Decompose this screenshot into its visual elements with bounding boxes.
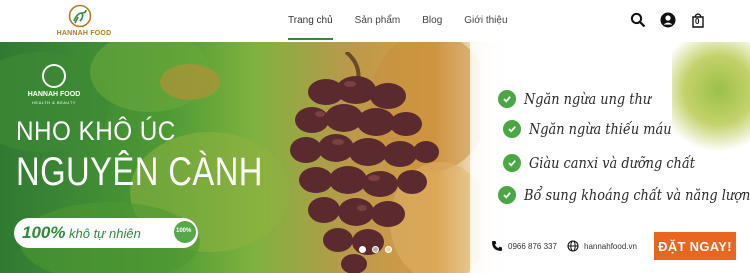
natural-text: khô tự nhiên [69, 226, 141, 241]
kangaroo-badge-icon [42, 64, 66, 88]
website-url: hannahfood.vn [584, 241, 637, 251]
natural-percent: 100% [22, 223, 66, 242]
user-icon[interactable] [660, 12, 676, 28]
headline-line1: NHO KHÔ ÚC [16, 116, 176, 146]
banner-brand-name: HANNAH FOOD [27, 91, 81, 98]
check-icon [498, 186, 516, 204]
carousel-dot-2[interactable] [372, 246, 379, 253]
natural-badge: 100% khô tự nhiên 100% [14, 218, 198, 248]
benefit-text: Ngăn ngừa ung thư [524, 90, 652, 108]
search-icon[interactable] [630, 12, 646, 28]
benefit-item: Bổ sung khoáng chất và năng lượng [498, 186, 750, 204]
natural-seal-icon: 100% [174, 221, 196, 243]
foliage-edge [672, 42, 750, 162]
carousel-dots [359, 246, 392, 253]
natural-seal-text: 100% [176, 228, 192, 234]
website-contact[interactable]: hannahfood.vn [567, 240, 637, 252]
main-nav: Trang chủ Sản phẩm Blog Giới thiệu [288, 13, 530, 40]
benefit-item: Ngăn ngừa thiếu máu [503, 120, 695, 138]
globe-icon [567, 240, 579, 252]
check-icon [503, 154, 521, 172]
phone-number: 0966 876 337 [508, 241, 557, 251]
benefit-text: Giàu canxi và dưỡng chất [529, 154, 695, 172]
carousel-dot-3[interactable] [385, 246, 392, 253]
check-icon [503, 120, 521, 138]
kangaroo-logo-icon [68, 4, 92, 28]
hero-banner[interactable]: HANNAH FOOD HEALTH & BEAUTY NHO KHÔ ÚC N… [0, 42, 750, 273]
nav-products[interactable]: Sản phẩm [355, 13, 401, 33]
headline-line2: NGUYÊN CÀNH [16, 150, 263, 194]
benefit-text: Ngăn ngừa thiếu máu [529, 120, 672, 138]
phone-icon [492, 241, 502, 251]
order-now-button[interactable]: ĐẶT NGAY! [654, 232, 736, 260]
benefit-item: Ngăn ngừa ung thư [498, 90, 672, 108]
nav-about[interactable]: Giới thiệu [464, 13, 507, 33]
carousel-dot-1[interactable] [359, 246, 366, 253]
banner-brand-logo: HANNAH FOOD HEALTH & BEAUTY [18, 64, 90, 105]
site-header: HANNAH FOOD Trang chủ Sản phẩm Blog Giới… [0, 0, 750, 42]
benefit-item: Giàu canxi và dưỡng chất [503, 154, 722, 172]
logo-text: HANNAH FOOD [56, 30, 112, 37]
header-icons: 0 [630, 12, 706, 28]
benefit-text: Bổ sung khoáng chất và năng lượng [524, 186, 750, 204]
phone-contact[interactable]: 0966 876 337 [491, 240, 557, 252]
check-icon [498, 90, 516, 108]
nav-blog[interactable]: Blog [422, 13, 442, 33]
nav-home[interactable]: Trang chủ [288, 13, 333, 40]
cart-count: 0 [695, 17, 700, 26]
logo[interactable]: HANNAH FOOD [52, 4, 116, 38]
banner-brand-tagline: HEALTH & BEAUTY [32, 100, 76, 105]
cart-icon[interactable]: 0 [690, 12, 706, 28]
raisin-bunch-image [290, 52, 439, 273]
